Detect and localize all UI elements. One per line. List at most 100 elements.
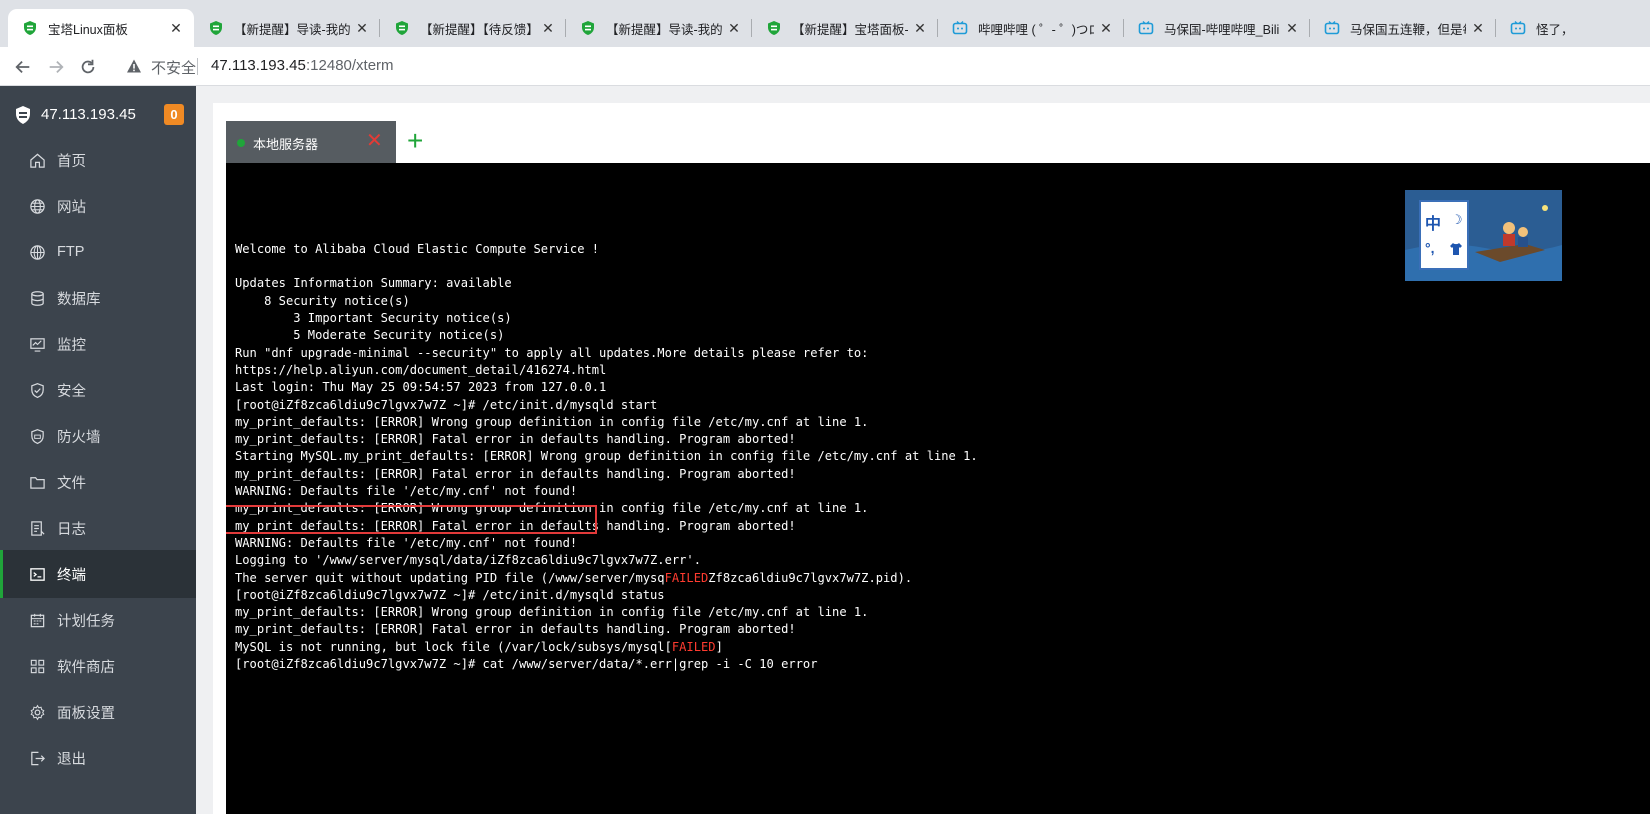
warning-triangle-icon[interactable] (126, 58, 142, 74)
browser-tab[interactable]: 怪了，✕ (1496, 9, 1650, 47)
terminal-text: Run "dnf upgrade-minimal --security" to … (235, 345, 869, 360)
sidebar-item[interactable]: 软件商店 (0, 642, 196, 690)
sidebar-item[interactable]: 计划任务 (0, 596, 196, 644)
bt-shield-icon (394, 20, 410, 36)
url-divider (197, 58, 198, 75)
terminal-text: 8 Security notice(s) (235, 293, 410, 308)
sidebar-item[interactable]: 首页 (0, 136, 196, 184)
bt-shield-icon (16, 106, 30, 124)
terminal-text: ] (715, 639, 723, 654)
monitor-icon (28, 335, 46, 353)
browser-tab[interactable]: 哔哩哔哩 ( ゜- ゜)つロ ✕ (938, 9, 1124, 47)
terminal-text: 5 Moderate Security notice(s) (235, 328, 505, 343)
ime-status-card: 中 ☽ °, (1419, 200, 1469, 270)
bt-shield-icon (766, 20, 782, 36)
sidebar-item-label: FTP (57, 244, 85, 260)
sidebar-item[interactable]: 监控 (0, 320, 196, 368)
browser-tab[interactable]: 宝塔Linux面板 ✕ (8, 9, 194, 47)
back-button[interactable] (12, 56, 34, 78)
browser-tab-strip: 宝塔Linux面板 ✕ 【新提醒】导读-我的 ✕ 【新提醒】【待反馈】 ✕ 【新提醒】导读-… (0, 0, 1650, 47)
logout-icon (28, 749, 46, 767)
terminal-line: The server quit without updating PID fil… (235, 570, 978, 587)
ime-widget[interactable]: 中 ☽ °, (1405, 190, 1562, 281)
browser-tab[interactable]: 【新提醒】宝塔面板- ✕ (752, 9, 938, 47)
arrow-right-icon (49, 60, 64, 74)
sidebar-item[interactable]: 终端 (0, 550, 196, 598)
browser-tab[interactable]: 【新提醒】导读-我的 ✕ (194, 9, 380, 47)
browser-tab[interactable]: 马保国-哔哩哔哩_Bilib ✕ (1124, 9, 1310, 47)
close-icon[interactable]: ✕ (1470, 20, 1486, 36)
bt-shield-icon (580, 20, 596, 36)
terminal-text: WARNING: Defaults file '/etc/my.cnf' not… (235, 484, 578, 499)
ftp-globe-icon (28, 243, 46, 261)
close-icon[interactable]: ✕ (354, 20, 370, 36)
sidebar-item[interactable]: FTP (0, 228, 196, 276)
sidebar-item[interactable]: 网站 (0, 182, 196, 230)
terminal-text: [root@iZf8zca6ldiu9c7lgvx7w7Z ~]# /etc/i… (235, 397, 658, 412)
sidebar-item-label: 监控 (57, 337, 86, 354)
sidebar-item-label: 软件商店 (57, 659, 115, 676)
failed-status: FAILED (671, 639, 716, 654)
close-icon[interactable]: ✕ (726, 20, 742, 36)
terminal-screen[interactable]: Welcome to Alibaba Cloud Elastic Compute… (226, 163, 1650, 814)
skin-shirt-icon[interactable] (1449, 242, 1463, 256)
browser-tab[interactable]: 【新提醒】导读-我的 ✕ (566, 9, 752, 47)
calendar-icon (28, 611, 46, 629)
terminal-icon (28, 565, 46, 583)
browser-tab[interactable]: 【新提醒】【待反馈】 ✕ (380, 9, 566, 47)
terminal-line: Updates Information Summary: available (235, 275, 978, 292)
terminal-line: my_print_defaults: [ERROR] Fatal error i… (235, 466, 978, 483)
firewall-icon (28, 427, 46, 445)
terminal-line: my_print_defaults: [ERROR] Fatal error i… (235, 621, 978, 638)
status-dot (237, 139, 245, 147)
sidebar-item[interactable]: 数据库 (0, 274, 196, 322)
browser-tab-title: 【新提醒】导读-我的 (606, 22, 722, 37)
browser-tab-title: 【新提醒】宝塔面板- (792, 22, 908, 37)
sidebar-item-label: 文件 (57, 475, 86, 492)
close-icon[interactable]: ✕ (912, 20, 928, 36)
sidebar-item[interactable]: 面板设置 (0, 688, 196, 736)
browser-tab-title: 马保国-哔哩哔哩_Bilib (1164, 22, 1280, 37)
sidebar-item-label: 首页 (57, 153, 86, 170)
sidebar-item-label: 面板设置 (57, 705, 115, 722)
ime-language[interactable]: 中 (1425, 210, 1441, 234)
main-content: 本地服务器 ✕ + Welcome to Alibaba Cloud Elast… (196, 86, 1650, 814)
terminal-panel: 本地服务器 ✕ + Welcome to Alibaba Cloud Elast… (213, 103, 1650, 814)
moon-icon[interactable]: ☽ (1451, 212, 1463, 228)
url-path[interactable]: :12480/xterm (306, 57, 394, 74)
server-ip[interactable]: 47.113.193.45 (41, 106, 136, 123)
url-host[interactable]: 47.113.193.45 (211, 57, 306, 74)
sidebar-item[interactable]: 文件 (0, 458, 196, 506)
terminal-line: my_print_defaults: [ERROR] Fatal error i… (235, 431, 978, 448)
terminal-tab-label: 本地服务器 (253, 137, 319, 152)
terminal-line: https://help.aliyun.com/document_detail/… (235, 362, 978, 379)
terminal-text: my_print_defaults: [ERROR] Wrong group d… (235, 605, 869, 620)
terminal-line: Welcome to Alibaba Cloud Elastic Compute… (235, 241, 978, 258)
browser-tab[interactable]: 马保国五连鞭，但是每 ✕ (1310, 9, 1496, 47)
security-label[interactable]: 不安全 (151, 57, 196, 78)
forward-button[interactable] (45, 56, 67, 78)
browser-tab-title: 马保国五连鞭，但是每 (1350, 22, 1466, 37)
sidebar-item[interactable]: 退出 (0, 734, 196, 782)
tab-local-server[interactable]: 本地服务器 ✕ (226, 121, 396, 163)
sidebar-item[interactable]: 防火墙 (0, 412, 196, 460)
terminal-text: 3 Important Security notice(s) (235, 311, 512, 326)
notification-badge[interactable]: 0 (164, 104, 184, 125)
terminal-text: WARNING: Defaults file '/etc/my.cnf' not… (235, 535, 578, 550)
terminal-text: Logging to '/www/server/mysql/data/iZf8z… (235, 553, 701, 568)
sidebar-item-label: 防火墙 (57, 429, 101, 446)
close-icon[interactable]: ✕ (366, 129, 383, 153)
sidebar-item[interactable]: 日志 (0, 504, 196, 552)
browser-tab-title: 【新提醒】【待反馈】 (420, 22, 536, 37)
close-icon[interactable]: ✕ (168, 20, 184, 36)
close-icon[interactable]: ✕ (540, 20, 556, 36)
add-terminal-button[interactable]: + (407, 121, 447, 163)
terminal-line: my_print_defaults: [ERROR] Wrong group d… (235, 414, 978, 431)
browser-tab-title: 【新提醒】导读-我的 (234, 22, 350, 37)
ime-punctuation[interactable]: °, (1425, 240, 1435, 256)
sidebar-item[interactable]: 安全 (0, 366, 196, 414)
close-icon[interactable]: ✕ (1284, 20, 1300, 36)
reload-button[interactable] (77, 56, 99, 78)
close-icon[interactable]: ✕ (1098, 20, 1114, 36)
folder-icon (28, 473, 46, 491)
